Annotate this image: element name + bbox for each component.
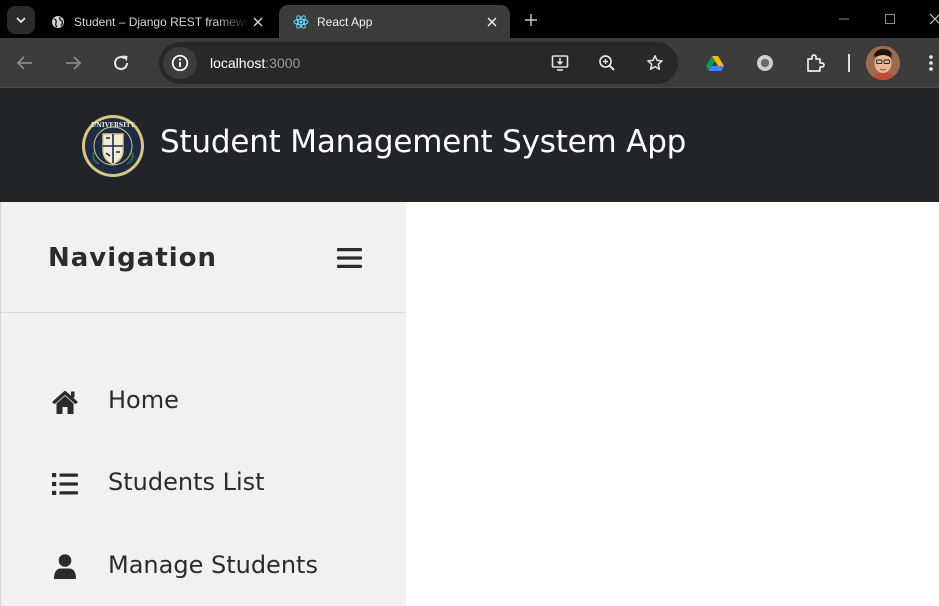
profile-avatar[interactable] [866,46,900,80]
logo-text: UNIVERSITY [91,122,135,129]
star-icon [647,55,663,70]
sidebar-item-manage-students[interactable]: Manage Students [1,537,407,597]
maximize-icon [885,14,895,24]
university-logo: UNIVERSITY [82,115,144,177]
sidebar: Navigation Home Students List Manage Stu… [0,202,407,606]
sidebar-header: Navigation [1,202,407,313]
more-vert-icon [929,55,933,71]
close-icon [929,13,939,25]
new-tab-button[interactable] [520,9,542,31]
browser-toolbar: localhost:3000 [0,38,939,88]
zoom-button[interactable] [596,52,618,74]
main-content [406,202,939,606]
url-host: localhost [210,55,266,71]
close-window-button[interactable] [925,10,939,28]
close-tab-icon[interactable] [484,14,500,30]
forward-button[interactable] [60,50,86,76]
tab-search-button[interactable] [7,6,35,34]
install-app-icon [551,55,569,71]
tab-title: React App [317,14,373,29]
maximize-button[interactable] [880,10,900,28]
zoom-in-icon [599,55,615,71]
hamburger-menu-icon[interactable] [337,247,362,269]
chevron-down-icon [16,17,26,24]
browser-tab-django[interactable]: Student – Django REST framework [36,5,276,38]
browser-tabstrip: Student – Django REST framework React Ap… [0,0,939,38]
arrow-right-icon [66,56,82,70]
sidebar-title: Navigation [48,243,218,273]
url-port: :3000 [265,55,301,71]
url-text: localhost:3000 [210,55,300,71]
minimize-icon [839,18,849,20]
toolbar-separator [848,54,850,72]
bookmark-button[interactable] [644,52,666,74]
sidebar-item-label: Home [108,386,179,414]
info-icon [171,54,189,72]
address-bar[interactable]: localhost:3000 [159,42,678,84]
google-drive-icon [706,56,724,71]
plus-icon [525,14,537,26]
reload-icon [114,55,129,71]
sidebar-item-students-list[interactable]: Students List [1,454,407,514]
record-extension[interactable] [752,50,778,76]
browser-tab-react-app[interactable]: React App [279,5,510,38]
profile-photo [866,46,900,80]
browser-menu-button[interactable] [918,50,939,76]
tab-title: Student – Django REST framework [74,14,250,29]
globe-icon [50,14,66,30]
reload-button[interactable] [108,50,134,76]
list-icon [51,470,79,498]
app-title: Student Management System App [160,124,687,160]
google-drive-extension[interactable] [702,50,728,76]
react-icon [293,14,309,30]
extensions-button[interactable] [802,50,828,76]
sidebar-item-label: Manage Students [108,551,318,579]
close-tab-icon[interactable] [250,14,266,30]
minimize-button[interactable] [834,10,854,28]
puzzle-icon [807,54,825,72]
user-icon [51,553,79,581]
record-icon [757,55,773,71]
arrow-left-icon [16,56,32,70]
site-info-button[interactable] [163,47,197,79]
back-button[interactable] [12,50,38,76]
install-app-button[interactable] [549,52,571,74]
home-icon [51,388,79,416]
sidebar-item-label: Students List [108,468,265,496]
sidebar-item-home[interactable]: Home [1,372,407,432]
